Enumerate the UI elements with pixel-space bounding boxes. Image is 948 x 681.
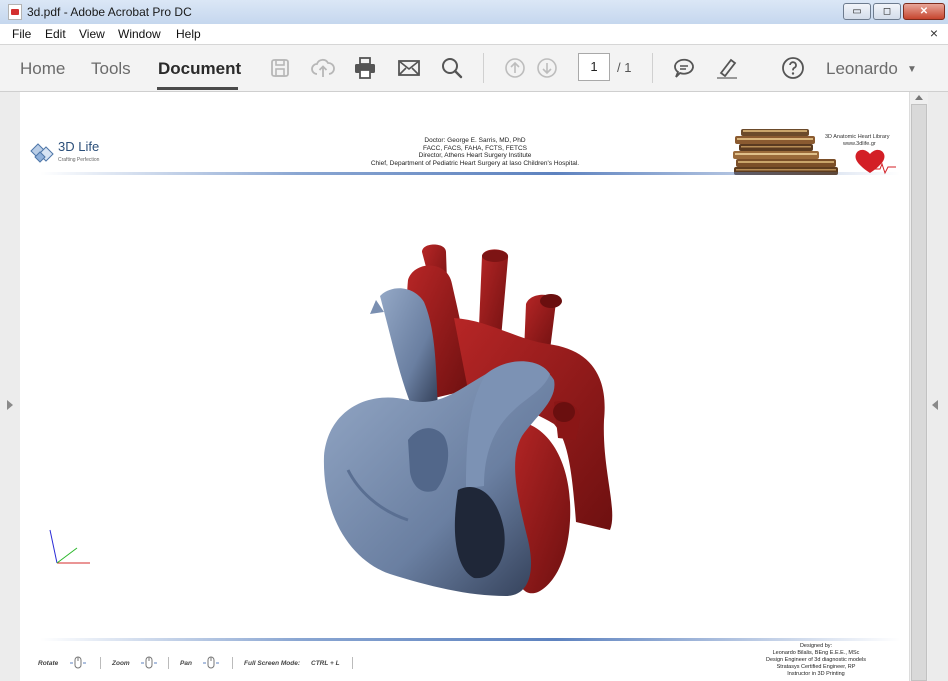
minimize-button[interactable]: ▭ — [843, 3, 871, 20]
scroll-up-icon[interactable] — [912, 92, 926, 102]
expand-right-panel-icon[interactable] — [932, 400, 938, 410]
highlight-icon[interactable] — [714, 55, 740, 81]
pdf-file-icon — [8, 4, 22, 20]
rotate-label: Rotate — [38, 660, 59, 667]
books-illustration — [733, 127, 838, 175]
active-tab-indicator — [157, 87, 238, 90]
3d-heart-model[interactable] — [318, 240, 624, 602]
designer-line: Stratasys Certified Engineer, RP — [776, 664, 856, 670]
menu-bar: File Edit View Window Help × — [0, 24, 948, 45]
menu-edit[interactable]: Edit — [45, 27, 66, 41]
heart-logo-icon — [852, 145, 898, 175]
chevron-down-icon[interactable]: ▼ — [907, 64, 917, 75]
designer-credits: Designed by: Leonardo Bilalis, BEng E.E.… — [752, 643, 880, 678]
window-title-bar: 3d.pdf - Adobe Acrobat Pro DC ▭ ◻ ✕ — [0, 0, 948, 25]
tab-document[interactable]: Document — [158, 59, 241, 79]
expand-left-panel-icon[interactable] — [7, 400, 13, 410]
page-down-icon[interactable] — [534, 55, 560, 81]
logo-name: 3D Life — [58, 139, 100, 154]
header-divider — [40, 172, 900, 175]
doctor-line: Doctor: George E. Sarris, MD, PhD — [424, 137, 526, 144]
comment-icon[interactable] — [671, 55, 697, 81]
3d-life-logo-icon — [28, 139, 56, 165]
menu-view[interactable]: View — [79, 27, 105, 41]
page-up-icon[interactable] — [502, 55, 528, 81]
logo-tagline: Crafting Perfection — [58, 157, 100, 163]
pan-label: Pan — [180, 660, 192, 667]
page-number-input[interactable]: 1 — [578, 53, 610, 81]
designer-line: Instructor in 3D Printing — [787, 671, 845, 677]
left-panel-gutter[interactable] — [0, 92, 20, 681]
doctor-credentials: Doctor: George E. Sarris, MD, PhD FACC, … — [330, 137, 620, 167]
library-title: 3D Anatomic Heart Library — [825, 134, 890, 140]
control-separator — [168, 657, 169, 669]
control-separator — [352, 657, 353, 669]
mouse-zoom-icon — [140, 654, 158, 672]
print-icon[interactable] — [352, 55, 378, 81]
doctor-line: Chief, Department of Pediatric Heart Sur… — [370, 159, 580, 167]
help-icon[interactable] — [780, 55, 806, 81]
mouse-rotate-icon — [69, 654, 87, 672]
scrollbar-thumb[interactable] — [911, 104, 927, 681]
fullscreen-shortcut: CTRL + L — [311, 660, 340, 667]
3d-axis-gizmo-icon — [44, 526, 94, 568]
maximize-button[interactable]: ◻ — [873, 3, 901, 20]
right-panel-gutter[interactable] — [928, 92, 948, 681]
designer-line: Leonardo Bilalis, BEng E.E.E., MSc — [772, 650, 860, 656]
save-icon[interactable] — [267, 55, 293, 81]
user-account-button[interactable]: Leonardo — [826, 59, 898, 79]
menu-window[interactable]: Window — [118, 27, 161, 41]
control-separator — [100, 657, 101, 669]
upload-icon[interactable] — [310, 55, 336, 81]
doctor-line: FACC, FACS, FAHA, FCTS, FETCS — [422, 144, 527, 152]
page-total: / 1 — [617, 60, 632, 75]
tab-home[interactable]: Home — [20, 59, 65, 79]
zoom-label: Zoom — [112, 660, 130, 667]
close-window-button[interactable]: ✕ — [903, 3, 945, 20]
designer-line: Design Engineer of 3d diagnostic models — [766, 657, 866, 663]
footer-divider — [40, 638, 900, 641]
window-title: 3d.pdf - Adobe Acrobat Pro DC — [27, 5, 192, 19]
control-separator — [232, 657, 233, 669]
toolbar: Home Tools Document 1 / 1 Leonardo ▼ — [0, 45, 948, 92]
designer-line: Designed by: — [799, 643, 833, 649]
toolbar-separator — [652, 53, 653, 83]
tab-tools[interactable]: Tools — [91, 59, 131, 79]
fullscreen-label: Full Screen Mode: — [244, 660, 300, 667]
doctor-line: Director, Athens Heart Surgery Institute — [418, 152, 532, 159]
menu-file[interactable]: File — [12, 27, 31, 41]
close-document-button[interactable]: × — [930, 25, 938, 41]
search-icon[interactable] — [439, 55, 465, 81]
toolbar-separator — [483, 53, 484, 83]
mouse-pan-icon — [202, 654, 220, 672]
mail-icon[interactable] — [396, 55, 422, 81]
menu-help[interactable]: Help — [176, 27, 201, 41]
